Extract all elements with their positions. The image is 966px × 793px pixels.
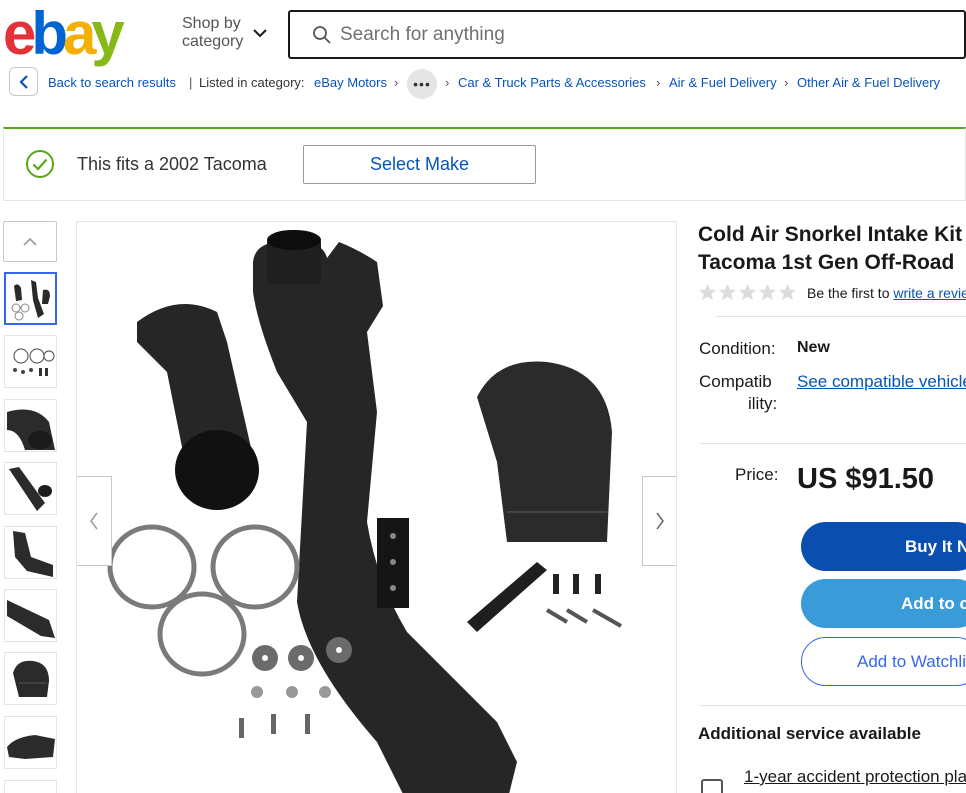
snorkel-side-thumbnail [7, 600, 55, 638]
thumbnail-4[interactable] [4, 462, 57, 515]
thumbnail-8[interactable] [4, 716, 57, 769]
compatibility-label-line2: ility: [748, 394, 778, 413]
breadcrumb-chevron-icon: › [656, 75, 661, 90]
shop-by-category-button[interactable]: Shop by category [182, 15, 243, 51]
rating-stars [698, 283, 797, 302]
breadcrumb-car-truck-parts[interactable]: Car & Truck Parts & Accessories [458, 75, 646, 90]
listed-in-label: Listed in category: [199, 75, 305, 90]
price-value: US $91.50 [797, 463, 935, 495]
protection-plan-checkbox[interactable] [701, 779, 723, 793]
elbow-pipe-thumbnail [7, 409, 55, 450]
add-to-cart-button[interactable]: Add to cart [801, 579, 966, 628]
prev-image-button[interactable] [77, 476, 112, 566]
rating-text: Be the first to write a review [807, 285, 966, 301]
thumbnail-3[interactable] [4, 399, 57, 452]
chevron-left-icon [18, 74, 28, 89]
thumbnail-9[interactable] [4, 780, 57, 793]
thumbnail-1[interactable] [4, 272, 57, 325]
fitment-text: This fits a 2002 Tacoma [77, 154, 267, 174]
snorkel-bottom-thumbnail [7, 735, 55, 759]
next-image-button[interactable] [642, 476, 676, 566]
clamps-hardware-thumbnail [13, 348, 55, 376]
add-to-watchlist-button[interactable]: Add to Watchlist [801, 637, 966, 686]
thumbnail-2[interactable] [4, 335, 57, 388]
chevron-up-icon [23, 237, 37, 246]
snorkel-body-thumbnail [9, 467, 52, 511]
condition-label: Condition: [699, 339, 776, 358]
snorkel-kit-thumbnail [11, 280, 50, 321]
breadcrumb-chevron-icon: › [445, 75, 450, 90]
write-review-link[interactable]: write a review [893, 285, 966, 301]
price-label: Price: [735, 465, 779, 484]
back-to-search-link[interactable]: Back to search results [48, 75, 176, 90]
select-make-button[interactable]: Select Make [303, 145, 536, 184]
star-icon [758, 283, 777, 301]
fitment-bar: This fits a 2002 Tacoma Select Make [3, 127, 966, 201]
star-icon [698, 283, 717, 301]
logo-letter-y: y [91, 0, 124, 67]
logo-letter-b: b [31, 0, 68, 67]
search-placeholder: Search for anything [340, 24, 505, 45]
breadcrumb-more-button[interactable]: ••• [407, 69, 437, 99]
item-title: Cold Air Snorkel Intake Kit Tacoma 1st G… [698, 221, 962, 277]
protection-plan-link[interactable]: 1-year accident protection plan [744, 767, 966, 787]
breadcrumb-air-fuel-delivery[interactable]: Air & Fuel Delivery [669, 75, 777, 90]
chevron-right-icon [656, 512, 664, 530]
back-button[interactable] [9, 67, 38, 96]
main-product-image[interactable] [76, 221, 677, 793]
breadcrumb-chevron-icon: › [394, 75, 399, 90]
item-title-line1: Cold Air Snorkel Intake Kit [698, 223, 963, 246]
thumbnails-up-button[interactable] [3, 221, 57, 262]
breadcrumb-chevron-icon: › [784, 75, 789, 90]
divider [699, 443, 966, 444]
snorkel-tube-thumbnail [13, 531, 53, 577]
divider [715, 316, 966, 317]
shop-by-line2: category [182, 33, 244, 50]
chevron-down-icon[interactable] [251, 24, 269, 42]
star-icon [778, 283, 797, 301]
chevron-left-icon [90, 512, 98, 530]
thumbnail-5[interactable] [4, 526, 57, 579]
thumbnail-7[interactable] [4, 652, 57, 705]
star-icon [718, 283, 737, 301]
compatibility-label-line1: Compatib [699, 372, 772, 391]
condition-value: New [797, 339, 830, 356]
breadcrumb-ebay-motors[interactable]: eBay Motors [314, 75, 387, 90]
snorkel-kit-image [107, 230, 622, 793]
see-compatible-vehicles-link[interactable]: See compatible vehicles [797, 372, 966, 392]
search-icon [313, 26, 331, 44]
shop-by-line1: Shop by [182, 15, 241, 32]
buy-it-now-button[interactable]: Buy It Now [801, 522, 966, 571]
ebay-logo[interactable]: ebay [3, 4, 145, 64]
breadcrumb-other-air-fuel[interactable]: Other Air & Fuel Delivery [797, 75, 940, 90]
star-icon [738, 283, 757, 301]
additional-service-heading: Additional service available [698, 724, 921, 743]
rating-prefix: Be the first to [807, 285, 894, 301]
check-circle-icon [26, 150, 54, 178]
logo-letter-e: e [3, 0, 36, 67]
air-ram-head-thumbnail [13, 660, 49, 697]
item-title-line2: Tacoma 1st Gen Off-Road [698, 251, 955, 274]
search-input[interactable]: Search for anything [288, 10, 966, 59]
thumbnail-6[interactable] [4, 589, 57, 642]
logo-letter-a: a [63, 0, 96, 67]
divider [699, 705, 966, 706]
